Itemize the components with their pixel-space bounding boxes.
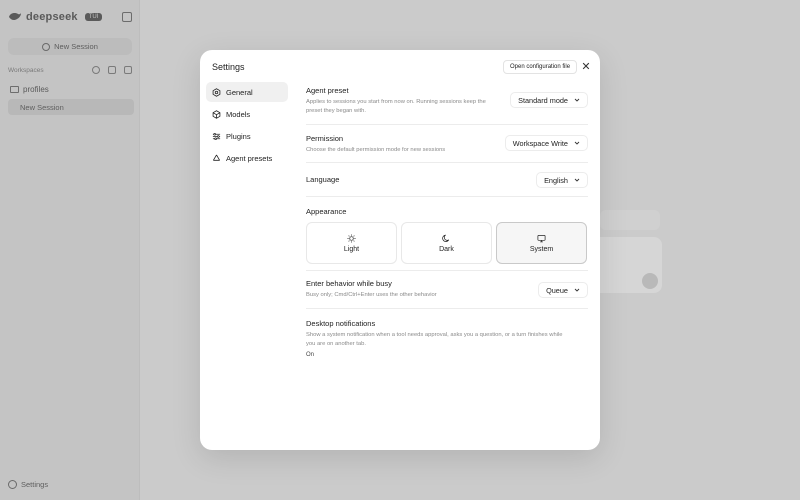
nav-label: Models [226, 109, 251, 119]
appearance-system-option[interactable]: System [496, 222, 587, 264]
appearance-option-label: System [529, 245, 554, 253]
notifications-desc: Show a system notification when a tool n… [306, 332, 563, 347]
new-folder-icon[interactable] [124, 66, 132, 74]
permission-select[interactable]: Workspace Write [504, 135, 588, 151]
new-session-label: New Session [54, 42, 98, 51]
nav-item-general[interactable]: General [206, 82, 288, 102]
enter-behavior-select[interactable]: Queue [538, 282, 588, 298]
session-item[interactable]: New Session [8, 99, 134, 115]
monitor-icon [537, 234, 546, 242]
project-item[interactable]: profiles [10, 85, 49, 94]
agent-preset-row: Agent preset Applies to sessions you sta… [306, 80, 588, 125]
add-folder-icon[interactable] [108, 66, 116, 74]
language-row: Language English [306, 163, 588, 197]
folder-icon [10, 86, 19, 93]
nav-label: Agent presets [226, 153, 273, 163]
session-label: New Session [20, 102, 64, 112]
brand: deepseek TUI [8, 11, 103, 23]
workspaces-label: Workspaces [8, 66, 44, 74]
new-session-button[interactable]: New Session [8, 38, 132, 55]
agent-preset-value: Standard mode [518, 95, 568, 105]
appearance-options: Light Dark System [306, 222, 588, 264]
settings-content: Agent preset Applies to sessions you sta… [306, 80, 588, 358]
background-send-icon [642, 273, 658, 289]
nav-label: Plugins [226, 131, 251, 141]
appearance-option-label: Dark [439, 245, 454, 253]
whale-logo-icon [9, 13, 21, 21]
appearance-light-option[interactable]: Light [306, 222, 397, 264]
language-value: English [544, 175, 568, 185]
gear-icon [8, 480, 17, 489]
hexagon-icon [212, 87, 221, 97]
enter-behavior-row: Enter behavior while busy Busy only; Cmd… [306, 271, 588, 309]
plus-icon [42, 42, 51, 51]
settings-label: Settings [21, 480, 49, 489]
notifications-title: Desktop notifications [306, 319, 376, 328]
chevron-down-icon [574, 141, 580, 145]
sidebar-settings-button[interactable]: Settings [8, 480, 48, 489]
sidebar: deepseek TUI New Session Workspaces prof… [0, 0, 140, 500]
sidebar-toggle-icon[interactable] [122, 12, 132, 22]
sliders-icon [212, 132, 221, 141]
appearance-option-label: Light [343, 245, 360, 253]
enter-behavior-value: Queue [546, 285, 568, 295]
workspaces-header: Workspaces [8, 66, 132, 74]
modal-title: Settings [212, 62, 245, 72]
chevron-down-icon [574, 98, 580, 102]
moon-icon [442, 234, 450, 242]
chevron-down-icon [574, 288, 580, 292]
notifications-row: Desktop notifications Show a system noti… [306, 309, 588, 358]
permission-value: Workspace Write [512, 138, 568, 148]
brand-badge: TUI [84, 13, 103, 21]
settings-modal: Settings Open configuration file ✕ Gener… [200, 50, 600, 450]
open-config-button[interactable]: Open configuration file [503, 60, 578, 74]
settings-nav: General Models Plugins Agent presets [206, 82, 288, 170]
search-icon[interactable] [92, 66, 100, 74]
chevron-down-icon [574, 178, 580, 182]
permission-row: Permission Choose the default permission… [306, 125, 588, 163]
nav-item-models[interactable]: Models [206, 104, 288, 124]
cube-icon [212, 109, 221, 119]
appearance-dark-option[interactable]: Dark [401, 222, 492, 264]
background-panel [600, 210, 660, 230]
language-select[interactable]: English [536, 172, 588, 188]
close-icon[interactable]: ✕ [580, 61, 592, 73]
appearance-title: Appearance [306, 207, 347, 216]
brand-name: deepseek [26, 11, 78, 23]
nav-item-plugins[interactable]: Plugins [206, 126, 288, 146]
appearance-row: Appearance Light Dark System [306, 197, 588, 271]
recycle-icon [212, 154, 221, 163]
nav-label: General [226, 87, 253, 97]
nav-item-agent-presets[interactable]: Agent presets [206, 148, 288, 168]
agent-preset-desc: Applies to sessions you start from now o… [306, 99, 486, 114]
sun-icon [347, 233, 356, 243]
agent-preset-select[interactable]: Standard mode [510, 92, 588, 108]
project-label: profiles [23, 85, 49, 94]
notifications-toggle[interactable]: On [306, 352, 588, 358]
